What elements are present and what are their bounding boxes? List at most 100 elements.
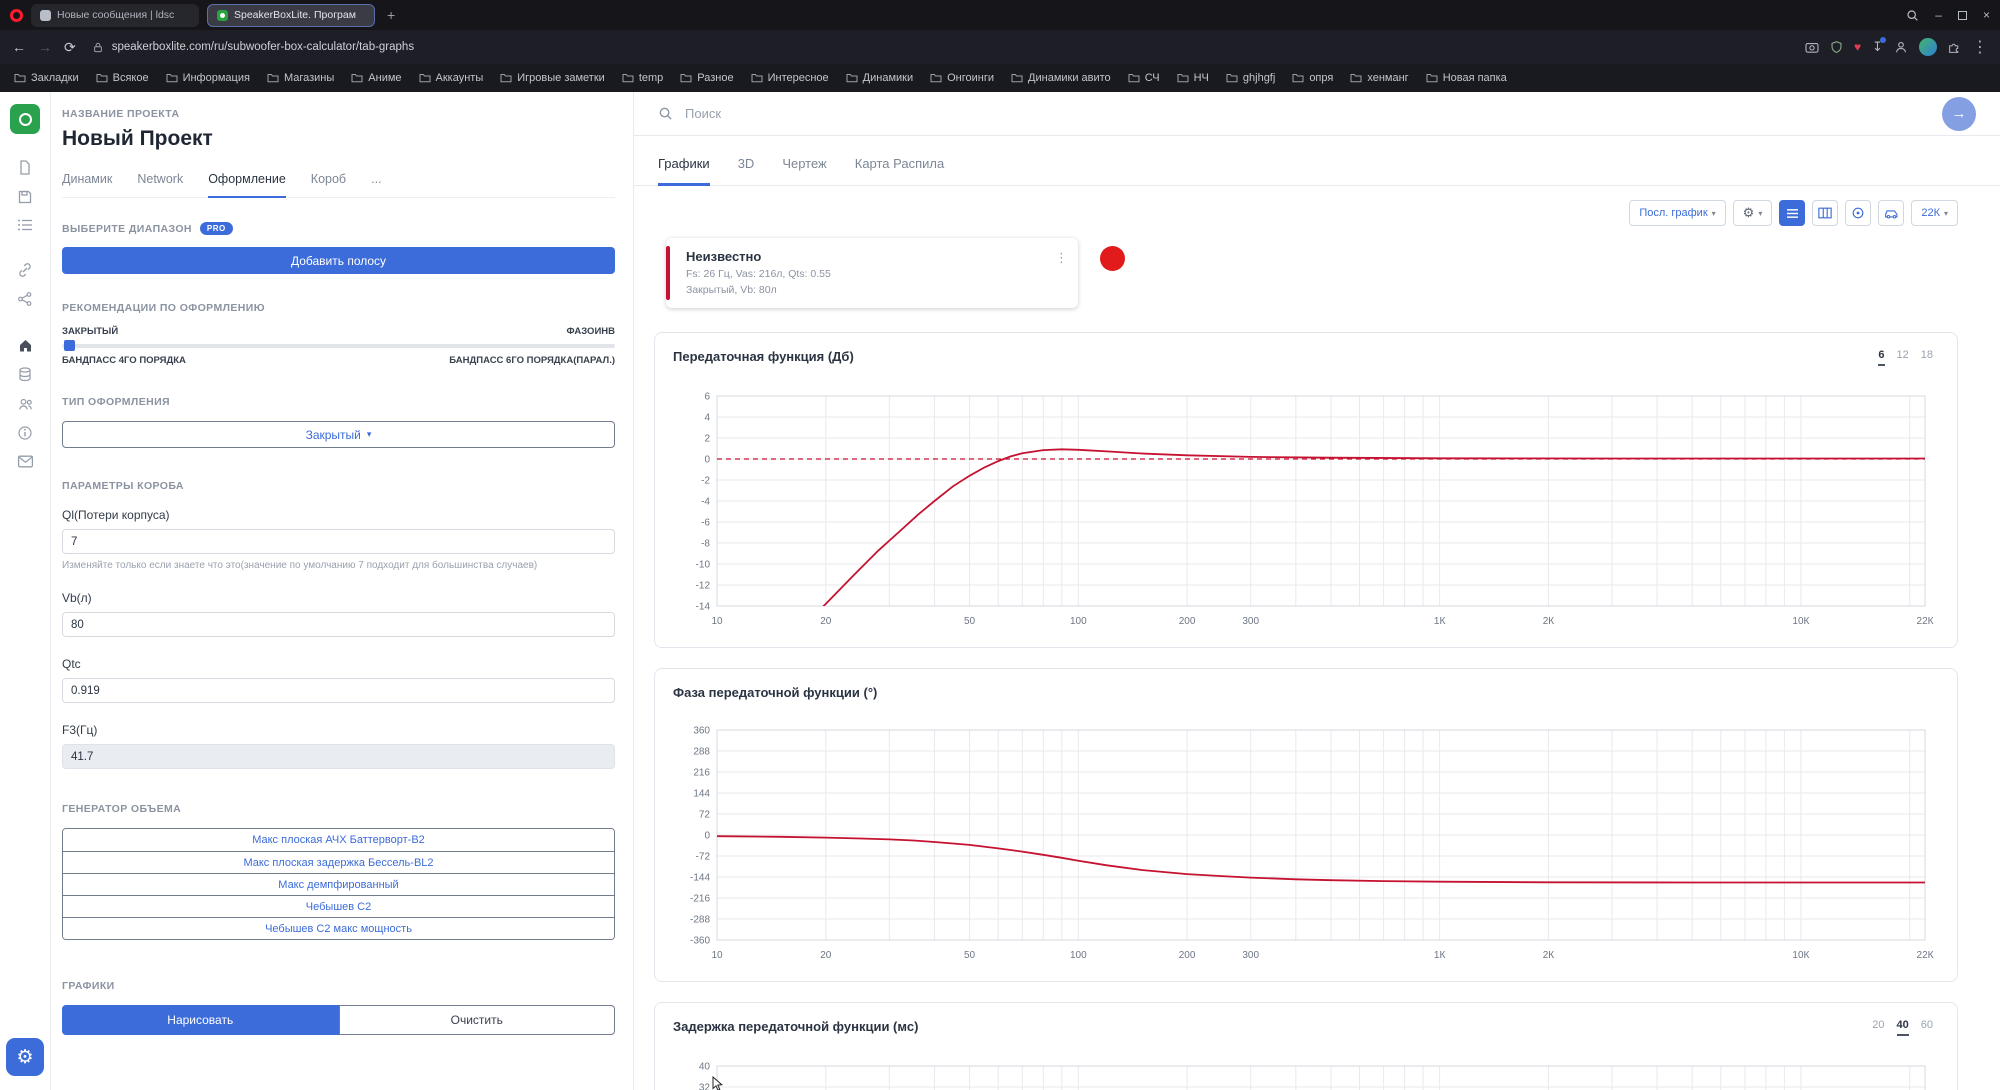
clear-button[interactable]: Очистить [339, 1005, 616, 1035]
generator-option[interactable]: Чебышев C2 [63, 895, 614, 917]
main-tab-Чертеж[interactable]: Чертеж [782, 156, 826, 186]
card-menu-dots-icon[interactable]: ⋮ [1055, 250, 1068, 266]
search-submit-button[interactable]: → [1942, 97, 1976, 131]
home-icon[interactable] [17, 337, 34, 353]
generator-option[interactable]: Макс демпфированный [63, 873, 614, 895]
users-icon[interactable] [17, 396, 34, 412]
svg-text:32: 32 [699, 1083, 711, 1090]
extensions-icon[interactable] [1948, 41, 1961, 54]
main-tab-3D[interactable]: 3D [738, 156, 755, 186]
settings-gear-button[interactable]: ⚙ [6, 1038, 44, 1076]
bookmark-folder[interactable]: Магазины [267, 72, 334, 84]
close-icon[interactable]: × [1983, 8, 1990, 22]
bookmark-folder[interactable]: Разное [680, 72, 733, 84]
bookmark-folder[interactable]: Интересное [751, 72, 829, 84]
favorites-heart-icon[interactable]: ♥ [1854, 40, 1861, 54]
vb-input[interactable] [62, 612, 615, 637]
browser-tab-speakerboxlite[interactable]: SpeakerBoxLite. Програм [207, 4, 375, 27]
database-icon[interactable] [17, 366, 33, 383]
svg-text:-216: -216 [690, 894, 710, 905]
chart-range-option-20[interactable]: 20 [1872, 1019, 1884, 1036]
app-logo[interactable] [10, 104, 40, 134]
profile-icon[interactable] [1894, 40, 1908, 54]
bookmark-folder[interactable]: Аниме [351, 72, 401, 84]
file-icon[interactable] [17, 159, 33, 176]
bookmark-folder[interactable]: хенманг [1350, 72, 1408, 84]
bookmark-folder[interactable]: СЧ [1128, 72, 1160, 84]
project-tab-Короб[interactable]: Короб [311, 172, 346, 198]
maximize-icon[interactable] [1958, 11, 1967, 20]
chart-range-option-12[interactable]: 12 [1897, 349, 1909, 366]
avatar[interactable] [1919, 38, 1937, 56]
bookmark-folder[interactable]: Динамики авито [1011, 72, 1111, 84]
chart-range-option-40[interactable]: 40 [1897, 1019, 1909, 1036]
browser-tab-messages[interactable]: Новые сообщения | ldsc [31, 4, 199, 27]
minimize-icon[interactable]: – [1935, 8, 1942, 22]
design-recommendation-slider[interactable] [62, 344, 615, 348]
browser-menu-dots-icon[interactable]: ⋮ [1972, 37, 1988, 57]
mail-icon[interactable] [17, 454, 34, 469]
bookmark-folder[interactable]: Аккаунты [419, 72, 484, 84]
browser-tab-bar: Новые сообщения | ldsc SpeakerBoxLite. П… [0, 0, 2000, 30]
svg-text:-10: -10 [696, 560, 711, 571]
bookmark-folder[interactable]: опря [1292, 72, 1333, 84]
project-tab-Network[interactable]: Network [137, 172, 183, 198]
bookmark-folder[interactable]: Динамики [846, 72, 913, 84]
bookmark-folder[interactable]: Информация [166, 72, 250, 84]
capture-icon[interactable] [1805, 41, 1819, 53]
chart-range-option-6[interactable]: 6 [1878, 349, 1884, 366]
columns-view-button[interactable] [1812, 200, 1838, 226]
driver-card[interactable]: Неизвестно Fs: 26 Гц, Vas: 216л, Qts: 0.… [666, 238, 1078, 308]
bookmark-folder[interactable]: Онгоинги [930, 72, 994, 84]
url-bar[interactable]: speakerboxlite.com/ru/subwoofer-box-calc… [88, 41, 1793, 54]
project-tab-...[interactable]: ... [371, 172, 381, 198]
forward-icon[interactable]: → [38, 39, 52, 55]
save-icon[interactable] [17, 189, 33, 205]
svg-text:-360: -360 [690, 936, 710, 947]
slider-label-closed: ЗАКРЫТЫЙ [62, 326, 118, 337]
project-tab-Динамик[interactable]: Динамик [62, 172, 112, 198]
design-type-dropdown[interactable]: Закрытый ▾ [62, 421, 615, 448]
browser-menu-icon[interactable] [10, 9, 23, 22]
back-icon[interactable]: ← [12, 39, 26, 55]
main-tab-Графики[interactable]: Графики [658, 156, 710, 186]
add-band-button[interactable]: Добавить полосу [62, 247, 615, 274]
car-view-button[interactable] [1878, 200, 1904, 226]
bookmark-folder[interactable]: Новая папка [1426, 72, 1507, 84]
bookmark-folder[interactable]: temp [622, 72, 663, 84]
freq-range-dropdown[interactable]: 22К ▾ [1911, 200, 1958, 226]
list-view-button[interactable] [1779, 200, 1805, 226]
generator-option[interactable]: Чебышев C2 макс мощность [63, 917, 614, 939]
info-icon[interactable] [17, 425, 33, 441]
slider-handle[interactable] [64, 340, 75, 351]
shield-icon[interactable] [1830, 40, 1843, 54]
search-input[interactable] [685, 106, 1930, 121]
link-icon[interactable] [17, 262, 33, 278]
site-lock-icon[interactable] [92, 41, 104, 54]
browser-search-icon[interactable] [1906, 9, 1919, 22]
new-tab-button[interactable]: + [383, 7, 399, 23]
generator-option[interactable]: Макс плоская АЧХ Баттерворт-B2 [63, 829, 614, 851]
main-tab-Карта Распила[interactable]: Карта Распила [855, 156, 944, 186]
list-icon[interactable] [17, 218, 33, 232]
chart-settings-dropdown[interactable]: ⚙ ▾ [1733, 200, 1773, 226]
share-icon[interactable] [17, 291, 33, 307]
generator-option[interactable]: Макс плоская задержка Бессель-BL2 [63, 851, 614, 873]
last-graph-dropdown[interactable]: Посл. график ▾ [1629, 200, 1725, 226]
chart-range-option-18[interactable]: 18 [1921, 349, 1933, 366]
chart-range-option-60[interactable]: 60 [1921, 1019, 1933, 1036]
bookmark-folder[interactable]: Всякое [96, 72, 149, 84]
download-icon[interactable]: ↧ [1872, 39, 1883, 55]
ql-input[interactable] [62, 529, 615, 554]
red-marker-dot[interactable] [1100, 246, 1125, 271]
draw-button[interactable]: Нарисовать [62, 1005, 339, 1035]
bookmark-folder[interactable]: Игровые заметки [500, 72, 605, 84]
project-tab-Оформление[interactable]: Оформление [208, 172, 286, 198]
reload-icon[interactable]: ⟳ [64, 39, 76, 56]
bookmark-folder[interactable]: ghjhgfj [1226, 72, 1275, 84]
driver-circle-button[interactable] [1845, 200, 1871, 226]
bookmark-folder[interactable]: НЧ [1177, 72, 1209, 84]
bookmark-folder[interactable]: Закладки [14, 72, 79, 84]
qtc-input[interactable] [62, 678, 615, 703]
svg-text:-144: -144 [690, 873, 710, 884]
